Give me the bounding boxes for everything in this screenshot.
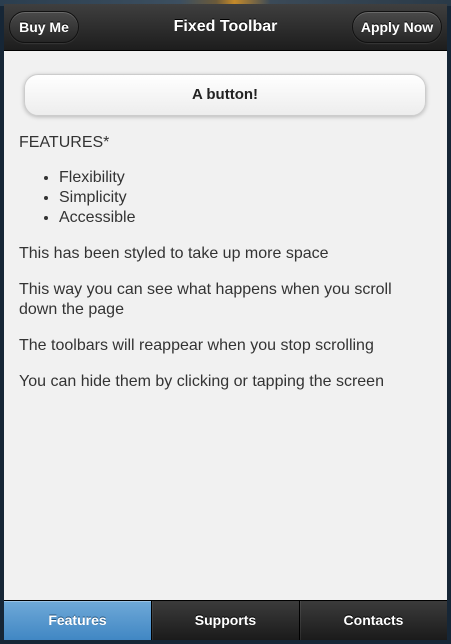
- paragraph: This has been styled to take up more spa…: [19, 245, 329, 262]
- tab-features[interactable]: Features: [4, 601, 151, 640]
- page-title: Fixed Toolbar: [173, 18, 278, 35]
- device-frame: Buy Me Fixed Toolbar Apply Now A button!…: [0, 0, 451, 644]
- a-button[interactable]: A button!: [24, 74, 426, 116]
- footer-navbar: Features Supports Contacts: [4, 600, 447, 640]
- paragraph: You can hide them by clicking or tapping…: [19, 373, 384, 390]
- list-item: Simplicity: [59, 188, 135, 208]
- app-screen: Buy Me Fixed Toolbar Apply Now A button!…: [4, 4, 447, 640]
- list-item: Accessible: [59, 208, 135, 228]
- buy-me-button[interactable]: Buy Me: [9, 11, 79, 43]
- features-heading: FEATURES*: [19, 134, 110, 151]
- features-list: Flexibility Simplicity Accessible: [19, 168, 135, 228]
- list-item: Flexibility: [59, 168, 135, 188]
- paragraph: This way you can see what happens when y…: [19, 281, 392, 318]
- tab-supports[interactable]: Supports: [151, 601, 299, 640]
- apply-now-button[interactable]: Apply Now: [352, 11, 442, 43]
- header-toolbar: Buy Me Fixed Toolbar Apply Now: [4, 4, 447, 51]
- page-content[interactable]: A button! FEATURES* Flexibility Simplici…: [4, 51, 447, 600]
- tab-contacts[interactable]: Contacts: [299, 601, 447, 640]
- paragraph: The toolbars will reappear when you stop…: [19, 337, 374, 354]
